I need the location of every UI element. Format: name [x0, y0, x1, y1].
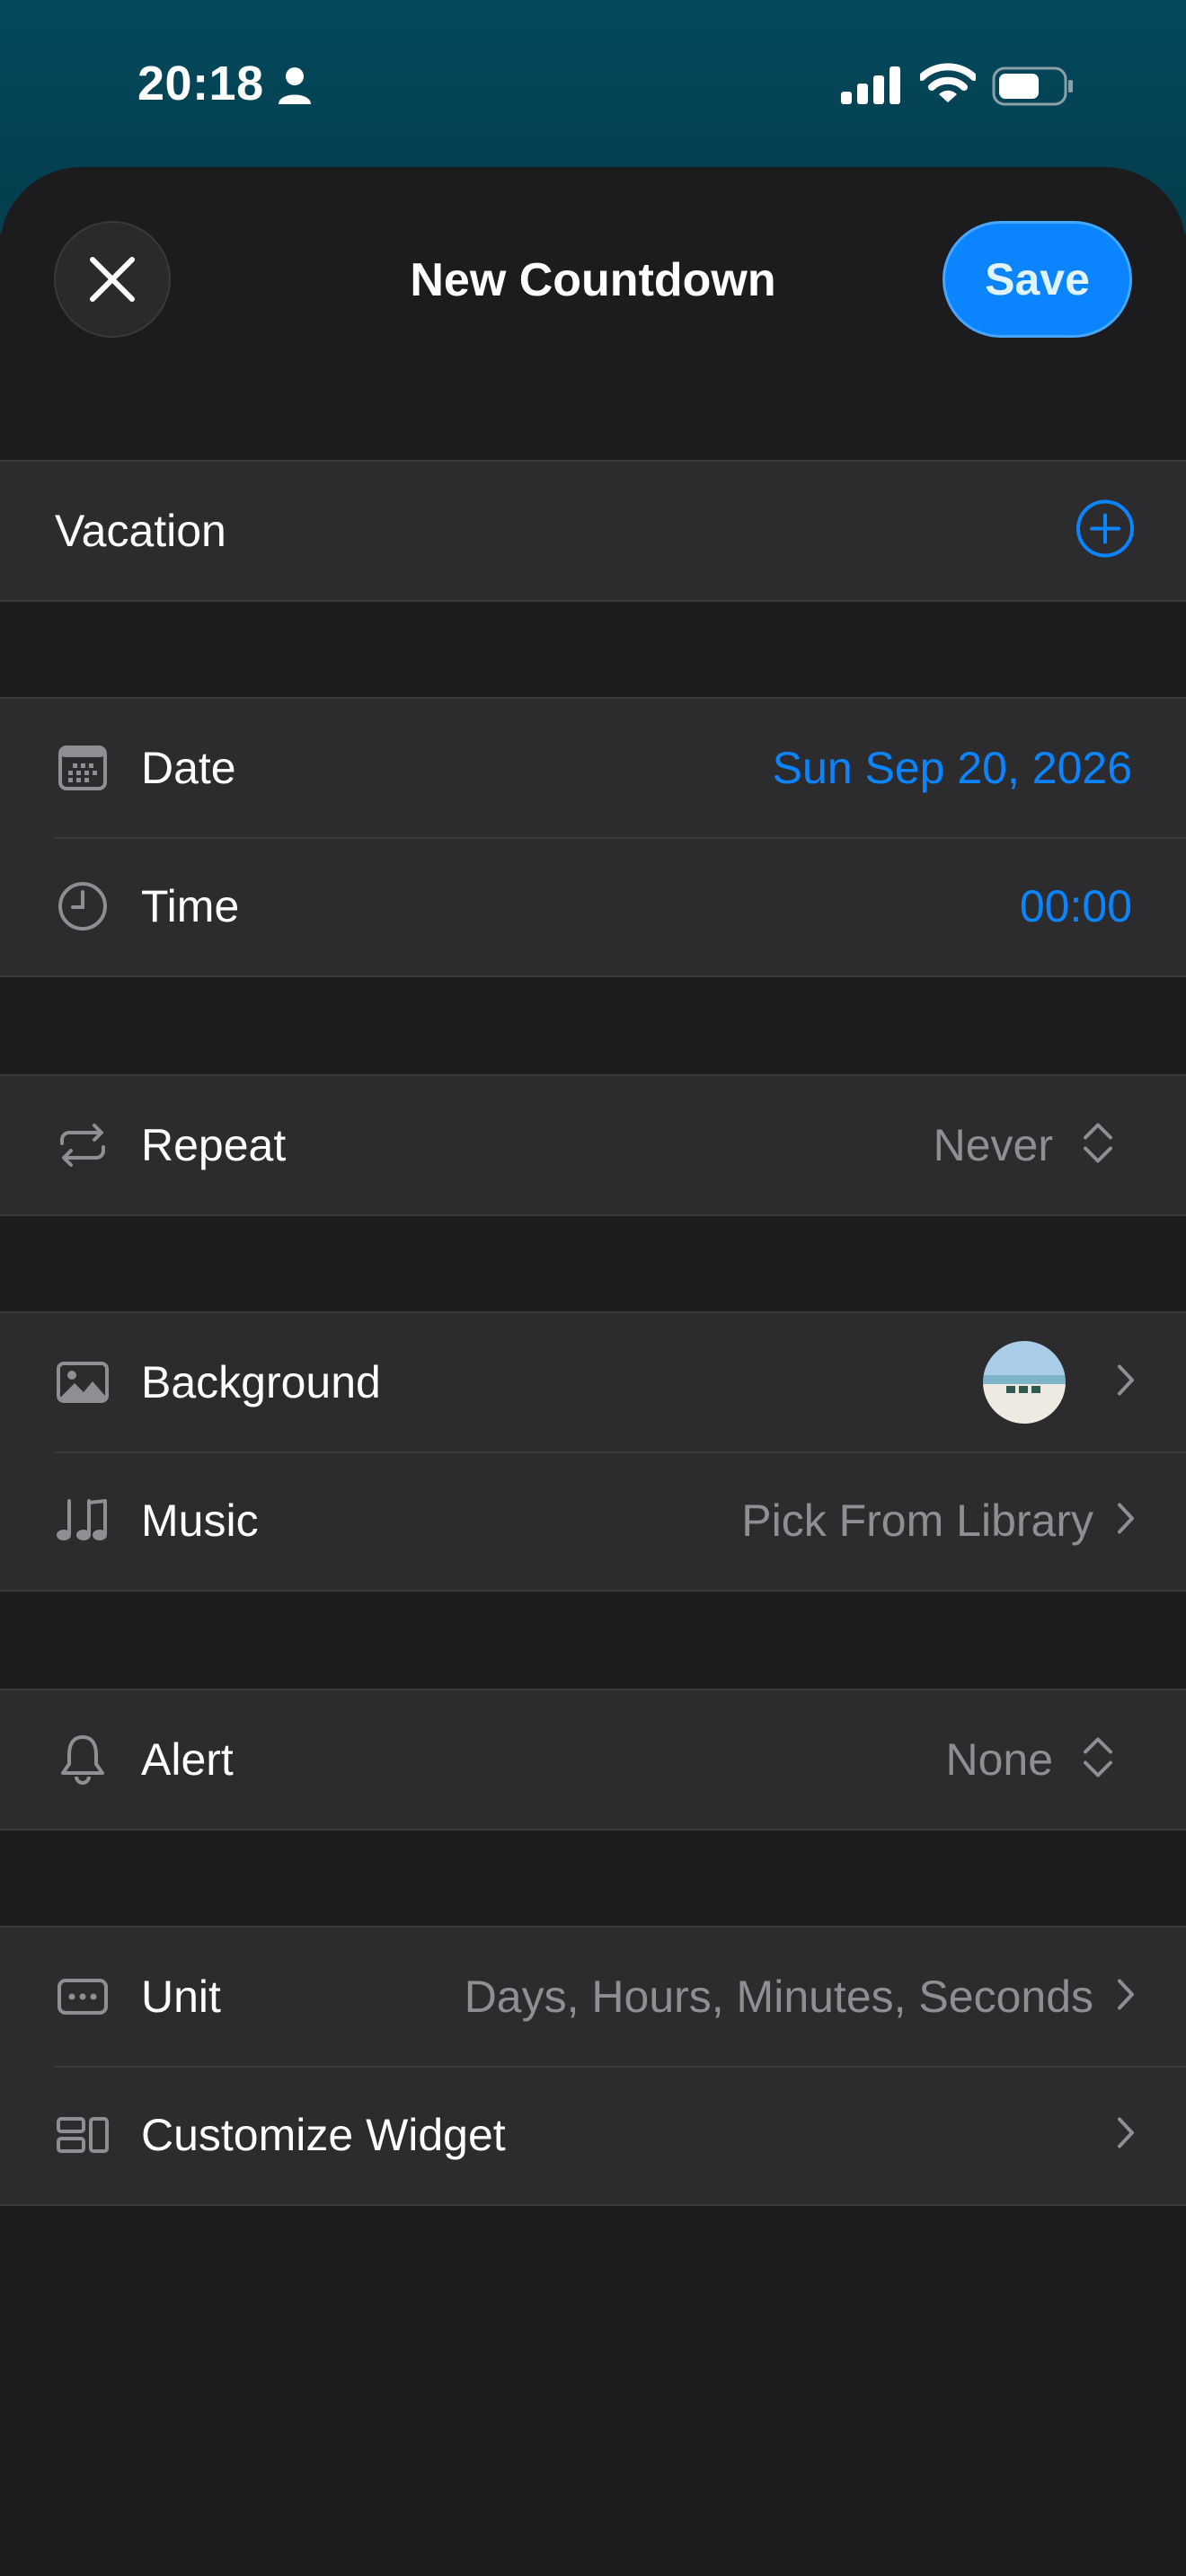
photo-icon [54, 1354, 111, 1411]
unit-value[interactable]: Days, Hours, Minutes, Seconds [465, 1971, 1093, 2023]
plus-circle-icon[interactable] [1075, 499, 1135, 563]
wifi-icon [918, 63, 978, 109]
save-button[interactable]: Save [943, 221, 1132, 338]
time-label: Time [141, 881, 240, 931]
person-icon [277, 66, 313, 109]
countdown-name-row[interactable]: Vacation [0, 462, 1186, 600]
chevron-right-icon [1116, 2116, 1136, 2155]
countdown-name-field[interactable]: Vacation [55, 505, 226, 557]
background-label: Background [141, 1357, 381, 1407]
media-group: Background Music Pick From Library [0, 1311, 1186, 1592]
music-value[interactable]: Pick From Library [741, 1495, 1093, 1547]
status-bar: 20:18 [0, 0, 1186, 171]
close-icon [90, 257, 135, 302]
alert-label: Alert [141, 1734, 234, 1785]
music-label: Music [141, 1495, 259, 1546]
unit-label: Unit [141, 1972, 221, 2022]
alert-group: Alert None [0, 1689, 1186, 1831]
time-row[interactable]: Time 00:00 [0, 837, 1186, 975]
page-title: New Countdown [410, 254, 776, 306]
datetime-group: Date Sun Sep 20, 2026 Time 00:00 [0, 697, 1186, 977]
date-row[interactable]: Date Sun Sep 20, 2026 [0, 699, 1186, 837]
chevron-up-down-icon [1080, 1734, 1116, 1786]
repeat-group: Repeat Never [0, 1074, 1186, 1216]
name-group: Vacation [0, 460, 1186, 602]
repeat-row[interactable]: Repeat Never [0, 1076, 1186, 1214]
customize-widget-label: Customize Widget [141, 2110, 506, 2160]
display-group: Unit Days, Hours, Minutes, Seconds Custo… [0, 1926, 1186, 2206]
chevron-right-icon [1116, 1502, 1136, 1540]
repeat-label: Repeat [141, 1120, 287, 1170]
music-notes-icon [54, 1492, 111, 1549]
cellular-signal-icon [841, 66, 902, 109]
customize-widget-row[interactable]: Customize Widget [0, 2066, 1186, 2204]
chevron-up-down-icon [1080, 1120, 1116, 1171]
battery-icon [992, 66, 1075, 110]
time-value[interactable]: 00:00 [1020, 880, 1132, 932]
bell-icon [54, 1731, 111, 1788]
chevron-right-icon [1116, 1978, 1136, 2016]
date-value[interactable]: Sun Sep 20, 2026 [773, 742, 1132, 794]
alert-row[interactable]: Alert None [0, 1690, 1186, 1829]
music-row[interactable]: Music Pick From Library [0, 1451, 1186, 1590]
widget-icon [54, 2106, 111, 2164]
status-time: 20:18 [137, 57, 264, 110]
close-button[interactable] [54, 221, 171, 338]
calendar-icon [54, 739, 111, 797]
alert-value[interactable]: None [945, 1734, 1053, 1786]
ellipsis-rectangle-icon [54, 1968, 111, 2025]
background-row[interactable]: Background [0, 1313, 1186, 1451]
unit-row[interactable]: Unit Days, Hours, Minutes, Seconds [0, 1928, 1186, 2066]
chevron-right-icon [1116, 1363, 1136, 1402]
repeat-value[interactable]: Never [934, 1119, 1053, 1171]
repeat-icon [54, 1116, 111, 1174]
date-label: Date [141, 743, 236, 793]
background-thumbnail[interactable] [983, 1341, 1066, 1424]
clock-icon [54, 878, 111, 935]
